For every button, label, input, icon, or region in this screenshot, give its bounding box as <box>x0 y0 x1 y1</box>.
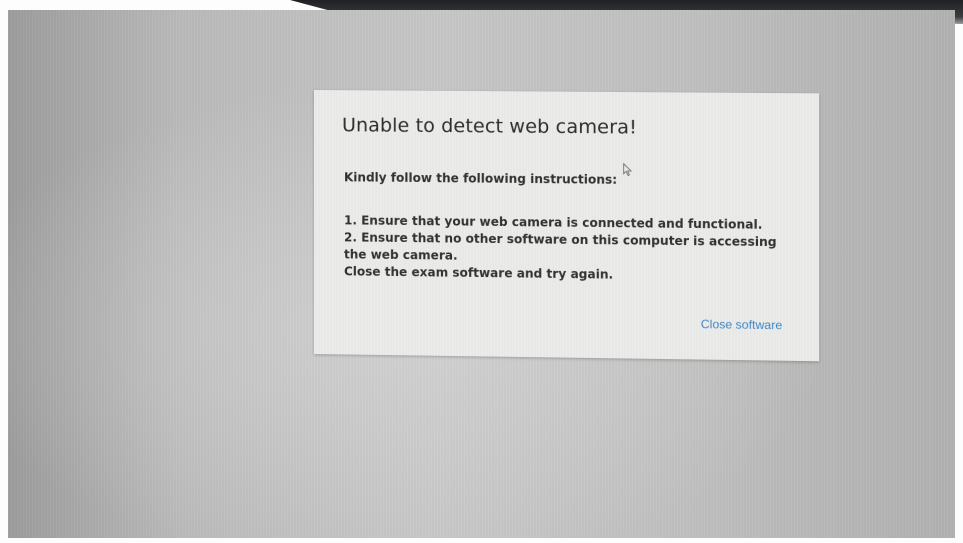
close-software-link[interactable]: Close software <box>701 317 782 332</box>
screen: Unable to detect web camera! Kindly foll… <box>8 10 955 538</box>
mouse-pointer-icon <box>623 163 633 177</box>
instruction-step: 2. Ensure that no other software on this… <box>344 229 790 268</box>
instructions-intro: Kindly follow the following instructions… <box>344 170 617 187</box>
instruction-list: 1. Ensure that your web camera is connec… <box>344 212 790 285</box>
photo-frame: Unable to detect web camera! Kindly foll… <box>0 0 963 543</box>
error-dialog: Unable to detect web camera! Kindly foll… <box>314 90 819 361</box>
dialog-title: Unable to detect web camera! <box>342 114 637 138</box>
